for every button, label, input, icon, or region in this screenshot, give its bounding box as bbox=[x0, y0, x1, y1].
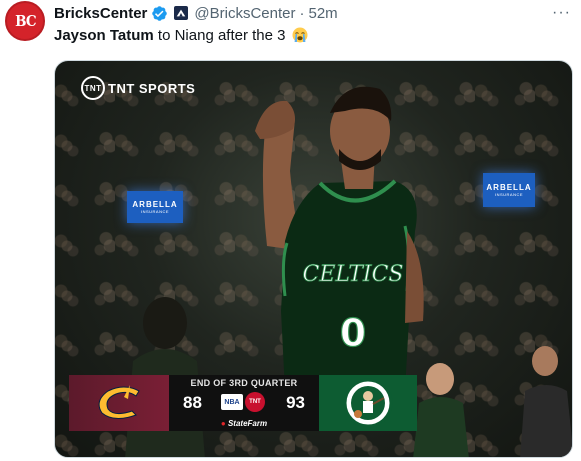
tnt-icon: TNT bbox=[81, 76, 105, 100]
game-period: END OF 3RD QUARTER bbox=[190, 378, 298, 388]
statefarm-icon: ● bbox=[220, 419, 226, 428]
verified-badge-icon bbox=[151, 5, 168, 22]
home-score: 93 bbox=[286, 393, 305, 412]
cavaliers-logo-icon bbox=[69, 375, 169, 431]
tweet-header: BricksCenter @BricksCenter · 52m bbox=[54, 2, 338, 24]
tweet-text-body: to Niang after the 3 bbox=[153, 27, 286, 44]
avatar[interactable]: BC bbox=[5, 1, 45, 41]
timestamp[interactable]: 52m bbox=[308, 5, 337, 22]
user-handle[interactable]: @BricksCenter bbox=[194, 5, 295, 22]
affiliate-badge-icon[interactable] bbox=[174, 6, 189, 20]
away-score: 88 bbox=[183, 393, 202, 412]
loudly-crying-face-icon bbox=[292, 27, 308, 43]
score-center: END OF 3RD QUARTER 88 NBA TNT 93 ● State… bbox=[169, 375, 319, 431]
tweet-text-mention: Jayson Tatum bbox=[54, 27, 154, 44]
scorebug: END OF 3RD QUARTER 88 NBA TNT 93 ● State… bbox=[69, 375, 417, 431]
tweet-text: Jayson Tatum to Niang after the 3 bbox=[54, 26, 308, 46]
tnt-network-logo: TNT bbox=[245, 392, 265, 412]
more-options-icon[interactable]: ··· bbox=[552, 4, 571, 22]
celtics-logo-icon bbox=[319, 375, 417, 431]
tnt-sports-logo: TNT TNT SPORTS bbox=[81, 76, 195, 100]
separator-dot: · bbox=[299, 4, 305, 22]
jersey-text: CELTICS bbox=[303, 262, 404, 287]
video-media[interactable]: ARBELLA INSURANCE ARBELLA INSURANCE CELT… bbox=[54, 60, 573, 458]
sponsor-logo: ● StateFarm bbox=[220, 419, 268, 428]
jersey-number: 0 bbox=[340, 311, 366, 355]
display-name[interactable]: BricksCenter bbox=[54, 5, 147, 22]
nba-logo: NBA bbox=[221, 394, 243, 410]
